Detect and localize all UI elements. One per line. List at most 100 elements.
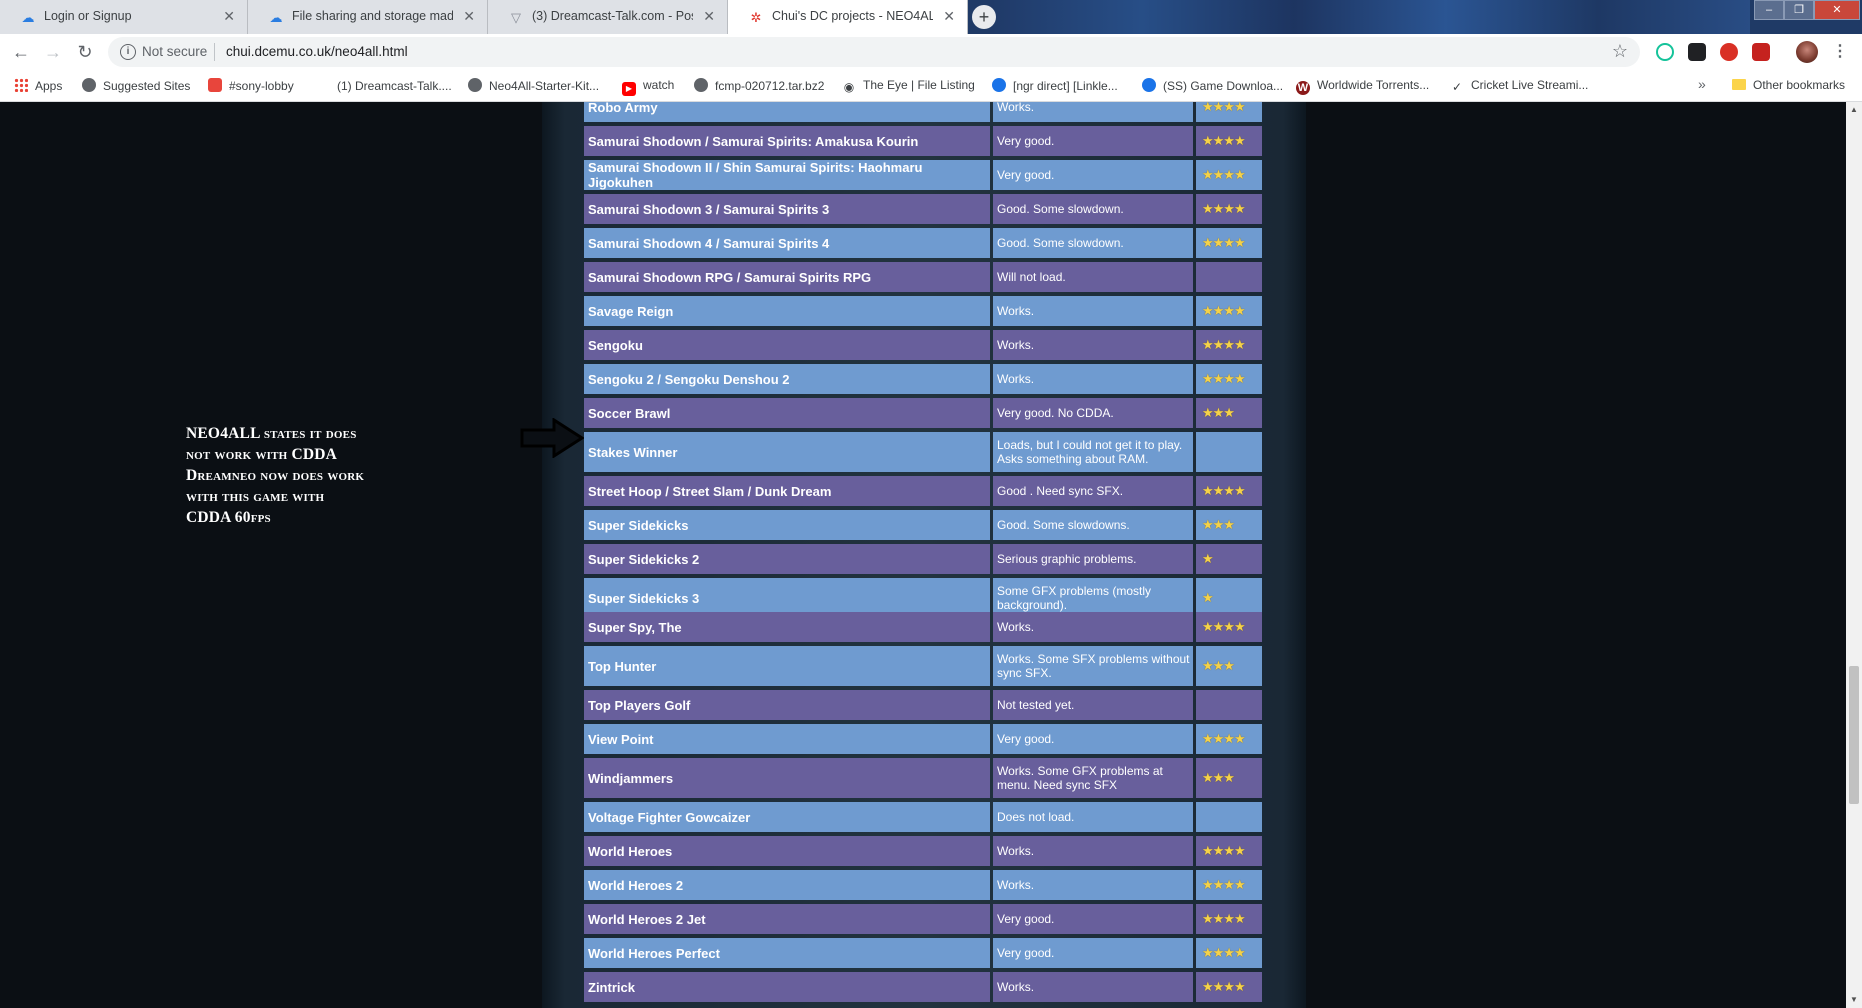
more-bookmarks-icon[interactable]: »: [1698, 76, 1706, 92]
status-cell: Very good. No CDDA.: [993, 398, 1193, 428]
tab-title: Login or Signup: [44, 9, 132, 23]
new-tab-button[interactable]: +: [972, 5, 996, 29]
game-name-cell: Super Sidekicks 2: [584, 544, 990, 574]
table-row: View Point Very good. ★★★★: [584, 724, 1262, 754]
discord-icon: [208, 78, 222, 92]
table-row: World Heroes Works. ★★★★: [584, 836, 1262, 866]
game-name-cell: Samurai Shodown 3 / Samurai Spirits 3: [584, 194, 990, 224]
bookmark-label: (SS) Game Downloa...: [1163, 79, 1284, 93]
arrow-icon: [520, 418, 584, 458]
forward-icon[interactable]: →: [42, 41, 64, 63]
status-cell: Works. Some GFX problems at menu. Need s…: [993, 758, 1193, 798]
bookmark-label: Apps: [35, 79, 63, 93]
w-icon: W: [1296, 81, 1310, 95]
status-cell: Works.: [993, 102, 1193, 122]
bookmark-ss-game[interactable]: (SS) Game Downloa...: [1142, 78, 1283, 96]
cloud-icon: ☁: [21, 10, 35, 25]
bookmark-label: [ngr direct] [Linkle...: [1013, 79, 1118, 93]
scroll-down-icon[interactable]: ▼: [1846, 992, 1862, 1008]
apps-grid-icon: [14, 78, 28, 92]
rating-stars: ★★★★: [1196, 296, 1262, 326]
cloud-icon: ☁: [269, 10, 283, 25]
bookmark-watch[interactable]: ▶ watch: [622, 78, 674, 96]
tab-title: File sharing and storage made si: [292, 9, 453, 23]
table-row: Stakes Winner Loads, but I could not get …: [584, 432, 1262, 472]
adblock-icon[interactable]: [1720, 43, 1738, 61]
menu-icon[interactable]: ⋮: [1832, 41, 1848, 61]
bookmark-cricket[interactable]: ✓ Cricket Live Streami...: [1450, 78, 1588, 96]
close-icon[interactable]: ✕: [463, 8, 475, 25]
bookmarks-bar: Apps Suggested Sites #sony-lobby (1) Dre…: [0, 70, 1862, 102]
media-extension-icon[interactable]: [1752, 43, 1770, 61]
profile-avatar[interactable]: [1796, 41, 1818, 63]
tab-neo4all[interactable]: ✲ Chui's DC projects - NEO4ALL ✕: [728, 0, 968, 34]
bookmark-fcmp[interactable]: fcmp-020712.tar.bz2: [694, 78, 824, 96]
bookmark-label: Cricket Live Streami...: [1471, 78, 1589, 92]
annotation-note: NEO4ALL states it does not work with CDD…: [186, 425, 365, 526]
close-icon[interactable]: ✕: [943, 8, 955, 25]
info-icon[interactable]: i: [120, 44, 136, 60]
status-cell: Very good.: [993, 904, 1193, 934]
close-icon[interactable]: ✕: [223, 8, 235, 25]
grammarly-icon[interactable]: [1656, 43, 1674, 61]
table-row: Super Spy, The Works. ★★★★: [584, 612, 1262, 642]
game-name-cell: Soccer Brawl: [584, 398, 990, 428]
game-name-cell: View Point: [584, 724, 990, 754]
game-name-cell: Street Hoop / Street Slam / Dunk Dream: [584, 476, 990, 506]
bookmark-neo4all-kit[interactable]: Neo4All-Starter-Kit...: [468, 78, 599, 96]
vertical-scrollbar[interactable]: ▲ ▼: [1846, 102, 1862, 1008]
url-text[interactable]: chui.dcemu.co.uk/neo4all.html: [226, 44, 408, 59]
bookmark-label: #sony-lobby: [229, 79, 294, 93]
rating-stars: ★★★★: [1196, 330, 1262, 360]
status-cell: Works.: [993, 364, 1193, 394]
reload-icon[interactable]: ↻: [74, 41, 96, 63]
tab-title: Chui's DC projects - NEO4ALL: [772, 9, 933, 23]
bookmark-sony-lobby[interactable]: #sony-lobby: [208, 78, 294, 96]
table-row: Voltage Fighter Gowcaizer Does not load.: [584, 802, 1262, 832]
status-cell: Serious graphic problems.: [993, 544, 1193, 574]
bookmark-the-eye[interactable]: ◉ The Eye | File Listing: [842, 78, 975, 96]
other-bookmarks[interactable]: Other bookmarks: [1732, 78, 1845, 96]
rating-stars: ★★★★: [1196, 228, 1262, 258]
rating-stars: ★★★: [1196, 758, 1262, 798]
security-label[interactable]: Not secure: [142, 44, 207, 59]
bookmark-label: Suggested Sites: [103, 79, 191, 93]
back-icon[interactable]: ←: [10, 41, 32, 63]
tab-login[interactable]: ☁ Login or Signup ✕: [0, 0, 248, 34]
rating-stars: ★★★★: [1196, 364, 1262, 394]
status-cell: Very good.: [993, 724, 1193, 754]
bookmark-worldwide-torrents[interactable]: W Worldwide Torrents...: [1296, 78, 1429, 96]
rating-stars: ★★★★: [1196, 102, 1262, 122]
youtube-icon: ▶: [622, 82, 636, 96]
globe-icon: [468, 78, 482, 92]
table-row: Samurai Shodown RPG / Samurai Spirits RP…: [584, 262, 1262, 292]
globe-icon: [694, 78, 708, 92]
close-icon[interactable]: ✕: [703, 8, 715, 25]
extension-icon[interactable]: [1688, 43, 1706, 61]
forum-icon: ▽: [511, 10, 521, 25]
game-name-cell: World Heroes 2 Jet: [584, 904, 990, 934]
tab-file-sharing[interactable]: ☁ File sharing and storage made si ✕: [248, 0, 488, 34]
bookmark-apps[interactable]: Apps: [14, 78, 62, 96]
scrollbar-thumb[interactable]: [1849, 666, 1859, 804]
rating-stars: [1196, 690, 1262, 720]
game-name-cell: Windjammers: [584, 758, 990, 798]
bookmark-dreamcast-talk[interactable]: (1) Dreamcast-Talk....: [316, 78, 452, 96]
rating-stars: ★★★: [1196, 646, 1262, 686]
tab-dreamcast-talk[interactable]: ▽ (3) Dreamcast-Talk.com - Post a ✕: [488, 0, 728, 34]
bookmark-label: (1) Dreamcast-Talk....: [337, 79, 452, 93]
scroll-up-icon[interactable]: ▲: [1846, 102, 1862, 118]
status-cell: Will not load.: [993, 262, 1193, 292]
game-name-cell: World Heroes 2: [584, 870, 990, 900]
minimize-button[interactable]: –: [1754, 0, 1784, 20]
rating-stars: ★★★★: [1196, 870, 1262, 900]
bookmark-star-icon[interactable]: ☆: [1612, 41, 1628, 62]
bookmark-suggested-sites[interactable]: Suggested Sites: [82, 78, 190, 96]
table-row: World Heroes Perfect Very good. ★★★★: [584, 938, 1262, 968]
address-bar[interactable]: i Not secure chui.dcemu.co.uk/neo4all.ht…: [108, 37, 1640, 67]
folder-icon: [1732, 79, 1746, 90]
close-window-button[interactable]: ✕: [1814, 0, 1860, 20]
bookmark-ngr-direct[interactable]: [ngr direct] [Linkle...: [992, 78, 1118, 96]
check-icon: ✓: [1451, 80, 1463, 94]
maximize-button[interactable]: ❐: [1784, 0, 1814, 20]
